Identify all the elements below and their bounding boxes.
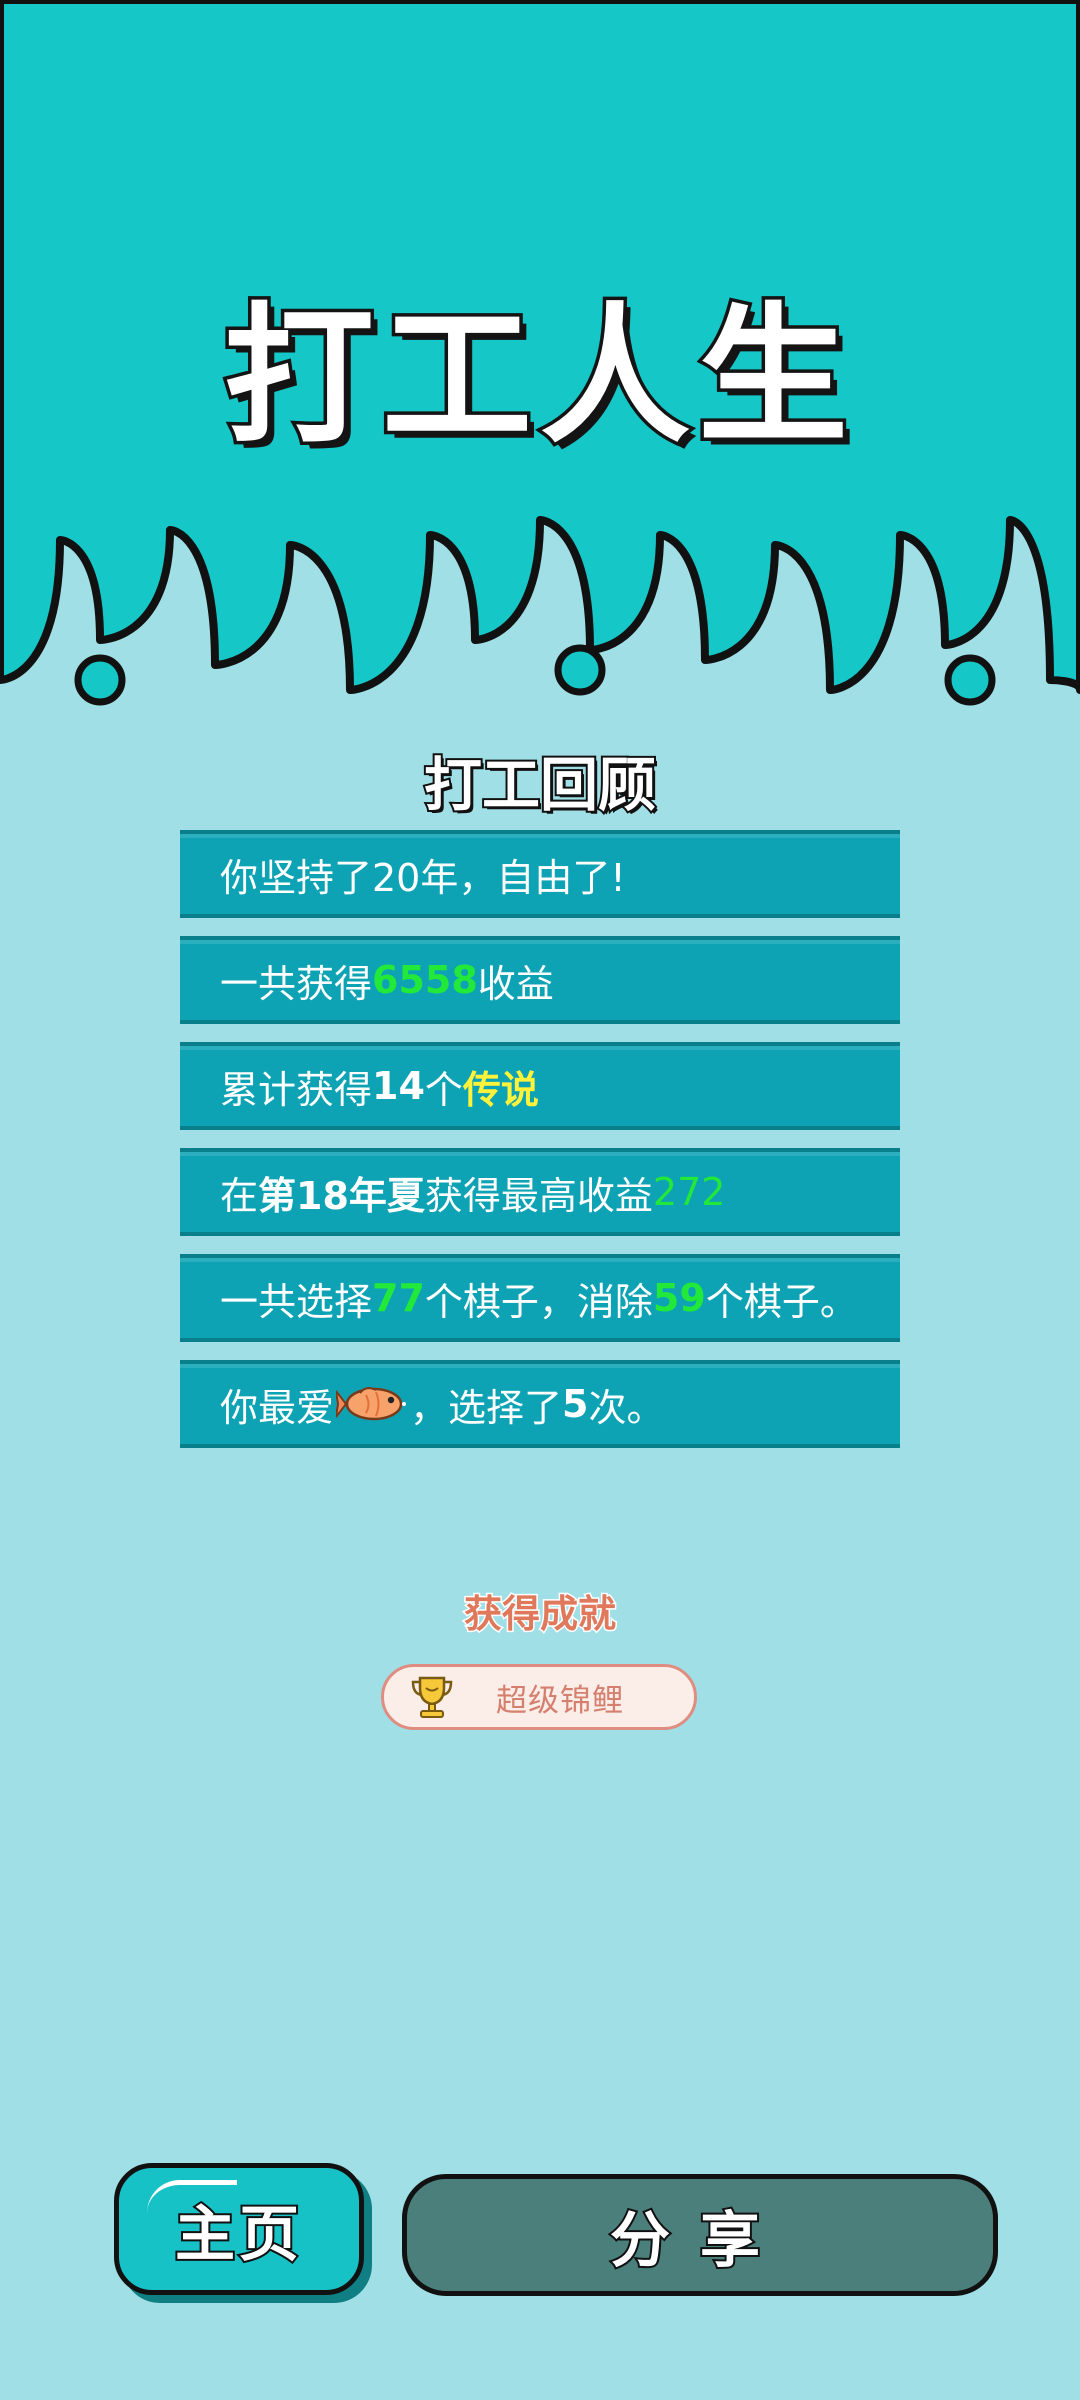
review-row-favorite: 你最爱 ，选择了 5 次。 — [180, 1360, 900, 1448]
favorite-mid: ，选择了 — [410, 1385, 563, 1430]
home-button[interactable]: 主页 — [114, 2163, 364, 2295]
drip-dot — [944, 654, 996, 706]
legendary-count: 14 — [372, 1064, 425, 1108]
favorite-count: 5 — [562, 1382, 589, 1426]
fish-icon — [336, 1387, 407, 1421]
review-row-best-season: 在 第18年夏 获得最高收益 272 — [180, 1148, 900, 1236]
pieces-chosen: 77 — [372, 1276, 425, 1320]
trophy-icon — [411, 1676, 453, 1718]
button-shine — [147, 2180, 237, 2213]
review-list: 你坚持了20年，自由了! 一共获得 6558 收益 累计获得 14 个传说 在 第18年… — [180, 830, 900, 1466]
favorite-label: 你最爱 — [220, 1385, 335, 1430]
game-title: 打工人生 — [220, 287, 856, 468]
years-text: 你坚持了20年，自由了! — [220, 855, 626, 900]
drip-dot — [554, 644, 606, 696]
review-row-years: 你坚持了20年，自由了! — [180, 830, 900, 918]
income-label: 一共获得 — [220, 961, 373, 1006]
pieces-removed: 59 — [652, 1276, 706, 1320]
review-row-legendary: 累计获得 14 个传说 — [180, 1042, 900, 1130]
season-label: 获得最高收益 — [424, 1173, 653, 1218]
income-value: 6558 — [372, 958, 478, 1002]
share-button[interactable]: 分享 — [402, 2174, 998, 2296]
best-season: 第18年夏 — [258, 1173, 425, 1218]
legendary-label: 累计获得 — [220, 1067, 373, 1112]
achievement-badge-label: 超级锦鲤 — [496, 1682, 624, 1719]
income-suffix: 收益 — [477, 961, 554, 1006]
review-heading: 打工回顾 — [422, 749, 658, 821]
achievement-heading: 获得成就 — [462, 1591, 617, 1638]
review-row-income: 一共获得 6558 收益 — [180, 936, 900, 1024]
best-income-value: 272 — [652, 1170, 726, 1214]
legendary-rarity: 传说 — [462, 1067, 539, 1112]
season-prefix: 在 — [220, 1173, 259, 1218]
pieces-label: 一共选择 — [220, 1279, 373, 1324]
pieces-suffix: 个棋子。 — [705, 1279, 858, 1324]
legendary-unit: 个 — [424, 1067, 463, 1112]
achievement-badge[interactable]: 超级锦鲤 — [381, 1664, 697, 1730]
favorite-suffix: 次。 — [588, 1385, 665, 1430]
share-button-label: 分享 — [608, 2204, 790, 2278]
pieces-mid: 个棋子，消除 — [424, 1279, 653, 1324]
review-row-pieces: 一共选择 77 个棋子，消除 59 个棋子。 — [180, 1254, 900, 1342]
drip-dot — [74, 654, 126, 706]
